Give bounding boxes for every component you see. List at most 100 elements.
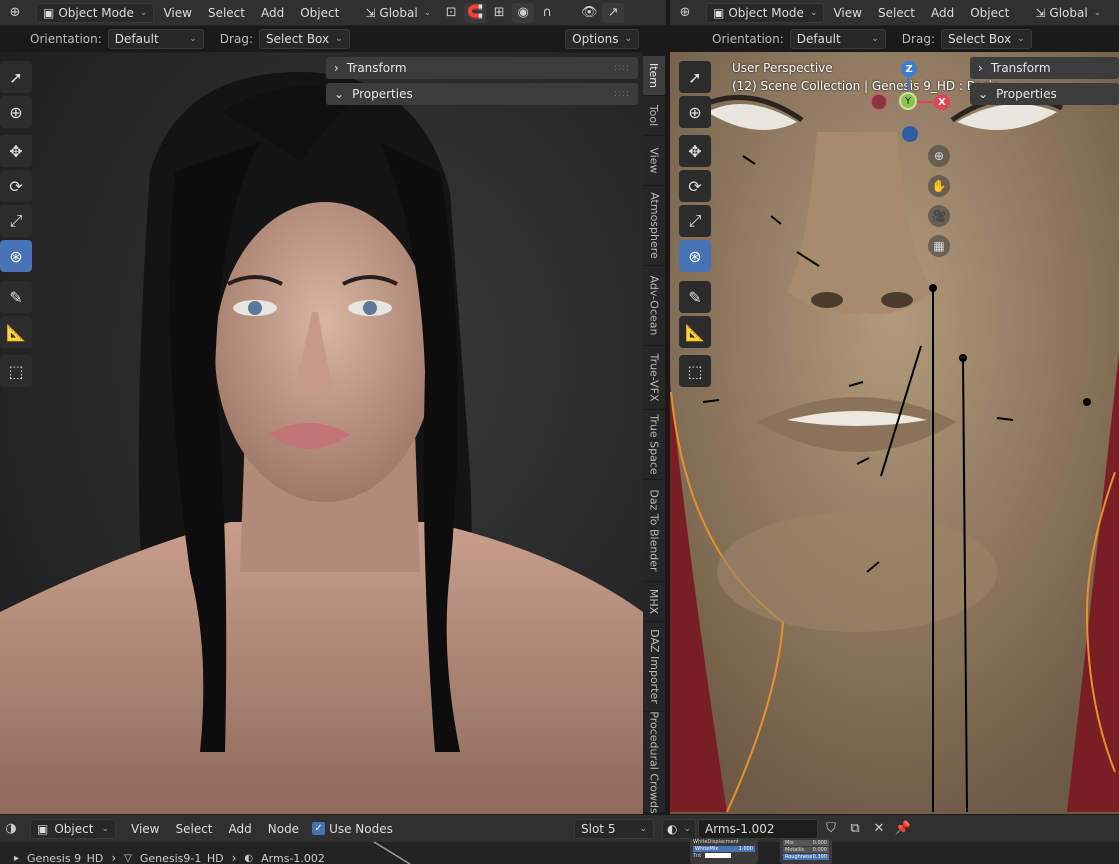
use-nodes-checkbox[interactable]: ✓ Use Nodes [312,822,393,836]
axis-z-handle[interactable]: Z [901,61,917,77]
node-row[interactable]: Metallic 0.000 [783,847,829,853]
drag-grip-icon[interactable]: :::: [614,63,630,73]
node-row[interactable]: Mix 0.000 [783,840,829,846]
options-dropdown[interactable]: Options ⌄ [565,29,639,49]
menu-node[interactable]: Node [261,822,306,836]
editor-type-icon[interactable]: ◑ [0,819,22,839]
tab-daz-to-blender[interactable]: Daz To Blender [643,480,665,582]
move-tool[interactable]: ✥ [0,135,32,167]
select-box-tool[interactable]: ➚ [679,61,711,93]
ortho-grid-icon[interactable]: ▦ [928,235,950,257]
falloff-icon[interactable]: ∩ [536,3,558,23]
annotate-tool[interactable]: ✎ [0,281,32,313]
transform-orientation-dropdown[interactable]: ⇲ Global ⌄ [1028,2,1109,23]
menu-view[interactable]: View [156,6,198,20]
tab-procedural-crowds[interactable]: Procedural Crowds [643,711,665,813]
mode-dropdown[interactable]: ▣ Object Mode ⌄ [706,2,825,23]
proportional-edit-icon[interactable]: ◉ [512,2,535,23]
move-tool[interactable]: ✥ [679,135,711,167]
tab-item[interactable]: Item [643,56,665,96]
duplicate-icon[interactable]: ⧉ [844,819,866,839]
transform-tool[interactable]: ⊛ [0,240,32,272]
transform-orientation-dropdown[interactable]: ⇲ Global ⌄ [358,2,439,23]
left-viewport[interactable] [0,52,643,814]
close-icon[interactable]: ✕ [868,819,890,839]
pan-hand-icon[interactable]: ✋ [928,175,950,197]
shader-type-dropdown[interactable]: ▣ Object ⌄ [30,818,116,839]
chevron-down-icon: ⌄ [871,34,879,44]
node-white-displacement[interactable]: WhiteDisplacment WhiteMix 1.000 Tnt [690,838,758,864]
drag-dropdown[interactable]: Select Box ⌄ [258,29,350,49]
node-bsdf[interactable]: Mix 0.000 Metallic 0.000 Roughness 0.300 [780,838,832,864]
tab-adv-ocean[interactable]: Adv-Ocean [643,266,665,346]
node-field[interactable]: WhiteMix 1.000 [693,846,755,852]
cursor-tool[interactable]: ⊕ [679,96,711,128]
zoom-icon[interactable]: ⊕ [928,145,950,167]
slot-dropdown[interactable]: Slot 5 ⌄ [574,818,654,839]
menu-select[interactable]: Select [168,822,219,836]
menu-select[interactable]: Select [871,6,922,20]
menu-view[interactable]: View [124,822,166,836]
menu-add[interactable]: Add [254,6,291,20]
fake-user-shield-icon[interactable]: ⛉ [820,819,842,839]
rotate-tool[interactable]: ⟳ [679,170,711,202]
snap-icon[interactable]: 🧲 [464,2,487,23]
tab-daz-importer[interactable]: DAZ Importer [643,622,665,712]
editor-type-icon[interactable]: ⊕ [674,3,696,23]
annotate-tool[interactable]: ✎ [679,281,711,313]
orientation-dropdown[interactable]: Default ⌄ [789,29,886,49]
tab-atmosphere[interactable]: Atmosphere [643,186,665,266]
properties-panel-header[interactable]: ⌄ Properties [970,83,1119,105]
menu-select[interactable]: Select [201,6,252,20]
transform-panel-header[interactable]: › Transform [970,57,1119,79]
node-link-wire [373,841,411,864]
add-cube-tool[interactable]: ⬚ [0,355,32,387]
material-browse-dropdown[interactable]: ◐ ⌄ [662,818,696,839]
menu-add[interactable]: Add [924,6,961,20]
color-swatch[interactable] [705,853,732,858]
node-field[interactable]: Tnt [693,853,755,859]
chevron-down-icon: ⌄ [624,34,632,44]
gizmo-icon[interactable]: ↗ [602,2,625,23]
transform-panel-header[interactable]: › Transform :::: [326,57,638,79]
menu-object[interactable]: Object [963,6,1016,20]
menu-add[interactable]: Add [222,822,259,836]
rotate-tool[interactable]: ⟳ [0,170,32,202]
area-divider[interactable] [666,0,670,864]
tab-true-vfx[interactable]: True-VFX [643,346,665,410]
menu-view[interactable]: View [826,6,868,20]
pivot-icon[interactable]: ⊡ [440,3,462,23]
orientation-dropdown[interactable]: Default ⌄ [107,29,204,49]
tab-mhx[interactable]: MHX [643,582,665,622]
add-cube-tool[interactable]: ⬚ [679,355,711,387]
scale-tool[interactable]: ⤢ [679,205,711,237]
pin-icon[interactable]: 📌 [892,819,914,839]
right-viewport[interactable] [667,52,1119,814]
cursor-tool[interactable]: ⊕ [0,96,32,128]
menu-object[interactable]: Object [293,6,346,20]
snap-target-icon[interactable]: ⊞ [488,3,510,23]
tab-tool[interactable]: Tool [643,96,665,136]
scale-tool[interactable]: ⤢ [0,205,32,237]
drag-grip-icon[interactable]: :::: [614,89,630,99]
visibility-icon[interactable]: 👁 [578,3,600,23]
transform-tool[interactable]: ⊛ [679,240,711,272]
axis-neg-x-handle[interactable] [871,94,887,110]
select-box-tool[interactable]: ➚ [0,61,32,93]
measure-tool[interactable]: 📐 [0,316,32,348]
editor-type-icon[interactable]: ⊕ [4,3,26,23]
measure-tool[interactable]: 📐 [679,316,711,348]
axis-x-handle[interactable]: X [934,94,950,110]
material-name-field[interactable]: Arms-1.002 [698,818,818,839]
axis-y-handle[interactable]: Y [899,92,917,110]
navigation-gizmo[interactable]: Z Y X [866,58,956,148]
properties-panel-header[interactable]: ⌄ Properties :::: [326,83,638,105]
node-row[interactable]: Roughness 0.300 [783,854,829,860]
drag-dropdown[interactable]: Select Box ⌄ [940,29,1032,49]
tab-true-space[interactable]: True Space [643,410,665,480]
mesh-data-icon: ▽ [124,852,132,864]
tab-view[interactable]: View [643,136,665,186]
camera-icon[interactable]: 🎥 [928,205,950,227]
axis-neg-z-handle[interactable] [902,126,918,142]
mode-dropdown[interactable]: ▣ Object Mode ⌄ [36,2,155,23]
